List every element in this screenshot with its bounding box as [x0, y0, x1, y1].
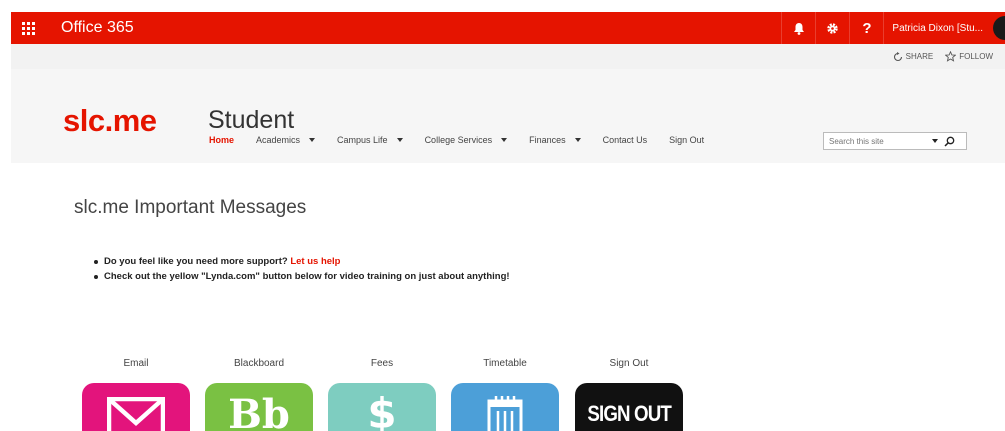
nav-item-label: Campus Life: [337, 135, 388, 145]
tile-sign-out[interactable]: Sign Out SIGN OUT: [575, 358, 683, 431]
tile-label: Email: [123, 358, 149, 369]
share-icon: [893, 51, 902, 61]
nav-item-label: College Services: [424, 135, 493, 145]
top-navigation: Home Academics Campus Life College Servi…: [209, 135, 726, 145]
tile-fees-button[interactable]: $: [328, 383, 436, 431]
nav-item-label: Academics: [256, 135, 301, 145]
share-label: SHARE: [905, 52, 934, 61]
search-scope-dropdown[interactable]: [932, 139, 938, 143]
nav-item-label: Sign Out: [669, 135, 705, 145]
suite-bar-right: ? Patricia Dixon [Stu...: [781, 12, 1005, 44]
site-search: [823, 132, 967, 150]
calendar-icon: [487, 396, 523, 431]
suite-bar: Office 365 ? Patricia Dixon [Stu...: [11, 12, 1005, 44]
tile-sign-out-button[interactable]: SIGN OUT: [575, 383, 683, 431]
search-button[interactable]: [944, 136, 955, 147]
dollar-icon: $: [367, 389, 397, 431]
notifications-button[interactable]: [781, 12, 815, 44]
tile-email[interactable]: Email: [82, 358, 190, 431]
action-bar: SHARE FOLLOW: [11, 44, 1005, 69]
list-item: Check out the yellow "Lynda.com" button …: [94, 271, 510, 282]
waffle-icon: [21, 21, 35, 35]
nav-item-finances[interactable]: Finances: [529, 135, 581, 145]
important-messages-list: Do you feel like you need more support? …: [94, 256, 510, 286]
site-header: slc.me Student Home Academics Campus Lif…: [11, 69, 1005, 163]
list-item: Do you feel like you need more support? …: [94, 256, 510, 267]
tile-label: Fees: [370, 358, 394, 369]
site-logo[interactable]: slc.me: [63, 103, 157, 139]
nav-item-label: Home: [209, 135, 235, 145]
nav-item-sign-out[interactable]: Sign Out: [669, 135, 704, 145]
tile-blackboard[interactable]: Blackboard Bb: [205, 358, 313, 431]
help-icon: ?: [862, 19, 872, 37]
tile-timetable-button[interactable]: [451, 383, 559, 431]
chevron-down-icon: [396, 138, 403, 142]
nav-item-college-services[interactable]: College Services: [425, 135, 508, 145]
chevron-down-icon: [501, 138, 508, 142]
search-icon: [944, 136, 955, 147]
nav-item-home[interactable]: Home: [209, 135, 234, 145]
site-title[interactable]: Student: [208, 106, 294, 135]
message-text: Do you feel like you need more support?: [104, 256, 288, 267]
follow-label: FOLLOW: [959, 52, 993, 61]
sign-out-icon: SIGN OUT: [587, 401, 671, 426]
tile-email-button[interactable]: [82, 383, 190, 431]
tile-blackboard-button[interactable]: Bb: [205, 383, 313, 431]
tile-label: Sign Out: [609, 358, 649, 369]
chevron-down-icon: [309, 138, 316, 142]
nav-item-campus-life[interactable]: Campus Life: [337, 135, 403, 145]
envelope-icon: [107, 397, 165, 431]
settings-button[interactable]: [815, 12, 849, 44]
share-button[interactable]: SHARE: [893, 51, 934, 62]
page-title: slc.me Important Messages: [74, 197, 307, 218]
let-us-help-link[interactable]: Let us help: [290, 256, 340, 267]
follow-button[interactable]: FOLLOW: [945, 51, 993, 62]
gear-icon: [827, 22, 839, 34]
tile-label: Timetable: [483, 358, 527, 369]
search-input[interactable]: [824, 136, 928, 146]
star-icon: [945, 51, 957, 62]
suite-title[interactable]: Office 365: [61, 19, 134, 37]
bell-icon: [793, 22, 804, 35]
help-button[interactable]: ?: [849, 12, 883, 44]
avatar[interactable]: [993, 16, 1005, 40]
message-text: Check out the yellow "Lynda.com" button …: [104, 271, 510, 282]
user-menu[interactable]: Patricia Dixon [Stu...: [883, 12, 993, 44]
chevron-down-icon: [574, 138, 581, 142]
blackboard-logo-icon: Bb: [228, 391, 290, 431]
tile-fees[interactable]: Fees $: [328, 358, 436, 431]
nav-item-contact-us[interactable]: Contact Us: [603, 135, 648, 145]
nav-item-label: Contact Us: [602, 135, 648, 145]
tile-label: Blackboard: [233, 358, 285, 369]
app-launcher-button[interactable]: [11, 12, 45, 44]
nav-item-label: Finances: [529, 135, 566, 145]
nav-item-academics[interactable]: Academics: [256, 135, 316, 145]
tile-timetable[interactable]: Timetable: [451, 358, 559, 431]
